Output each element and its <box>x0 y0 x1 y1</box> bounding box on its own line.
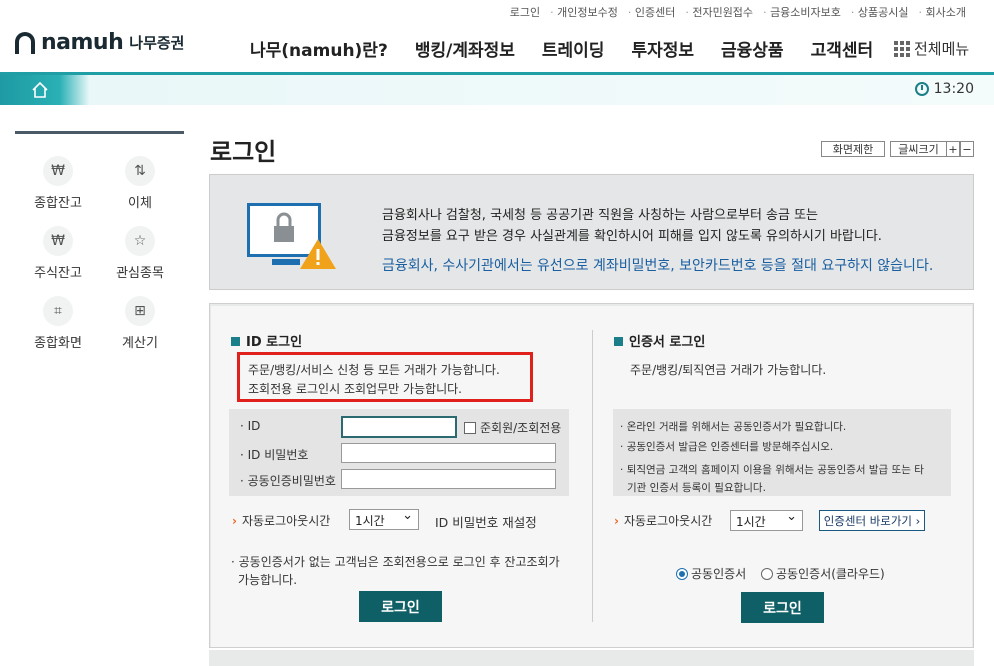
grid-icon <box>894 40 910 57</box>
location-bar: 13:20 <box>0 72 994 105</box>
nav-about[interactable]: 나무(namuh)란? <box>250 36 388 61</box>
id-input[interactable] <box>341 416 457 438</box>
cert-center-label: 인증센터 바로가기 <box>823 513 913 528</box>
font-decrease-button[interactable]: − <box>960 141 974 157</box>
cert-bullet-3b: 기관 인증서 등록이 필요합니다. <box>627 482 766 494</box>
warning-icon <box>300 239 336 269</box>
calculator-icon: ⊞ <box>125 296 155 326</box>
quick-label: 주식잔고 <box>34 266 82 281</box>
quick-label: 관심종목 <box>116 266 164 281</box>
notice-line-3: 금융회사, 수사기관에서는 유선으로 계좌비밀번호, 보안카드번호 등을 절대 … <box>382 258 934 274</box>
quick-stock-balance[interactable]: ₩ 주식잔고 <box>18 226 98 281</box>
cert-login-desc: 주문/뱅킹/퇴직연금 거래가 가능합니다. <box>630 363 827 377</box>
monitor-stand <box>272 259 300 265</box>
quick-label: 계산기 <box>122 336 158 351</box>
quick-label: 종합잔고 <box>34 196 82 211</box>
font-size-label: 글씨크기 <box>890 141 946 157</box>
cert-pw-label: · 공동인증비밀번호 <box>240 474 336 488</box>
cert-bullet-3a: · 퇴직연금 고객의 홈페이지 이용을 위해서는 공동인증서 발급 또는 타 <box>620 464 924 476</box>
id-login-button[interactable]: 로그인 <box>359 591 442 622</box>
star-icon: ☆ <box>125 226 155 256</box>
id-password-input[interactable] <box>341 443 556 463</box>
id-note-1: · 공동인증서가 없는 고객님은 조회전용으로 로그인 후 잔고조회가 <box>231 555 560 569</box>
transfer-icon: ⇅ <box>125 156 155 186</box>
clock-time: 13:20 <box>933 81 974 97</box>
quick-label: 종합화면 <box>34 336 82 351</box>
cert-bullet-1: · 온라인 거래를 위해서는 공동인증서가 필요합니다. <box>620 421 847 433</box>
clock-icon <box>914 82 929 96</box>
member-checkbox[interactable] <box>464 422 476 434</box>
home-button[interactable] <box>0 75 80 105</box>
sidebar <box>15 131 184 134</box>
chart-screen-icon: ⌗ <box>43 296 73 326</box>
radio-cert-input[interactable] <box>676 568 688 580</box>
cert-center-button[interactable]: 인증센터 바로가기 › <box>819 510 925 531</box>
radio-cloud-input[interactable] <box>761 568 773 580</box>
util-link-cert-center[interactable]: 인증센터 <box>628 4 675 20</box>
cert-login-button[interactable]: 로그인 <box>741 592 824 623</box>
radio-cert-label: 공동인증서 <box>691 567 747 581</box>
util-link-login[interactable]: 로그인 <box>510 4 540 20</box>
cert-login-heading: 인증서 로그인 <box>614 331 705 350</box>
reset-pw-link[interactable]: ID 비밀번호 재설정 <box>435 512 537 531</box>
won-coin-icon: ₩ <box>43 226 73 256</box>
radio-cert[interactable]: 공동인증서 <box>676 565 746 582</box>
quick-label: 이체 <box>128 196 152 211</box>
all-menu-button[interactable]: 전체메뉴 <box>894 38 969 59</box>
pw-label: · ID 비밀번호 <box>240 448 309 462</box>
quick-transfer[interactable]: ⇅ 이체 <box>100 156 180 211</box>
member-check-label: 준회원/조회전용 <box>480 421 562 435</box>
nav-customer[interactable]: 고객센터 <box>811 36 874 61</box>
cert-auto-logout-label: 자동로그아웃시간 <box>614 512 712 529</box>
cert-bullet-2: · 공동인증서 발급은 인증센터를 방문해주십시오. <box>620 441 834 453</box>
font-increase-button[interactable]: + <box>946 141 960 157</box>
quick-overview[interactable]: ⌗ 종합화면 <box>18 296 98 351</box>
id-login-heading: ID 로그인 <box>231 331 302 350</box>
member-check[interactable]: 준회원/조회전용 <box>464 419 561 436</box>
cert-auto-logout-select[interactable]: 1시간 <box>730 509 803 531</box>
util-link-company[interactable]: 회사소개 <box>919 4 966 20</box>
quick-total-balance[interactable]: ₩ 종합잔고 <box>18 156 98 211</box>
nav-trading[interactable]: 트레이딩 <box>542 36 605 61</box>
util-link-complaint[interactable]: 전자민원접수 <box>685 4 753 20</box>
home-icon <box>32 81 48 98</box>
phishing-notice: 금융회사나 검찰청, 국세청 등 공공기관 직원을 사칭하는 사람으로부터 송금… <box>209 174 974 290</box>
cert-password-input[interactable] <box>341 469 556 489</box>
clock: 13:20 <box>914 81 974 97</box>
logo-ko: 나무증권 <box>129 34 185 52</box>
radio-cloud[interactable]: 공동인증서(클라우드) <box>761 565 885 582</box>
all-menu-label: 전체메뉴 <box>914 40 970 58</box>
id-note-2: 가능합니다. <box>238 573 298 587</box>
quick-watchlist[interactable]: ☆ 관심종목 <box>100 226 180 281</box>
logo-mark-icon <box>15 31 35 54</box>
utility-links: 로그인 개인정보수정 인증센터 전자민원접수 금융소비자보호 상품공시실 회사소… <box>510 4 966 20</box>
notice-line-1: 금융회사나 검찰청, 국세청 등 공공기관 직원을 사칭하는 사람으로부터 송금… <box>382 208 819 223</box>
logo[interactable]: namuh 나무증권 <box>15 30 184 55</box>
notice-line-2: 금융정보를 요구 받은 경우 사실관계를 확인하시어 피해를 입지 않도록 유의… <box>382 229 882 244</box>
radio-cloud-label: 공동인증서(클라우드) <box>776 567 885 581</box>
nav-banking[interactable]: 뱅킹/계좌정보 <box>415 36 515 61</box>
nav-invest-info[interactable]: 투자정보 <box>631 36 694 61</box>
util-link-products[interactable]: 상품공시실 <box>851 4 909 20</box>
util-link-consumer[interactable]: 금융소비자보호 <box>763 4 841 20</box>
id-label: · ID <box>240 419 261 433</box>
page-title: 로그인 <box>210 138 277 166</box>
panel-bottom <box>209 650 974 666</box>
money-bag-icon: ₩ <box>43 156 73 186</box>
quick-calculator[interactable]: ⊞ 계산기 <box>100 296 180 351</box>
logo-en: namuh <box>41 30 124 55</box>
id-auto-logout-select[interactable]: 1시간 <box>349 508 419 530</box>
util-link-profile[interactable]: 개인정보수정 <box>550 4 618 20</box>
panel-divider <box>592 330 593 622</box>
screen-limit-button[interactable]: 화면제한 <box>821 141 885 157</box>
main-nav: 나무(namuh)란? 뱅킹/계좌정보 트레이딩 투자정보 금융상품 고객센터 <box>250 36 900 61</box>
id-auto-logout-label: 자동로그아웃시간 <box>232 512 330 529</box>
nav-products[interactable]: 금융상품 <box>721 36 784 61</box>
highlight-box <box>237 352 533 402</box>
